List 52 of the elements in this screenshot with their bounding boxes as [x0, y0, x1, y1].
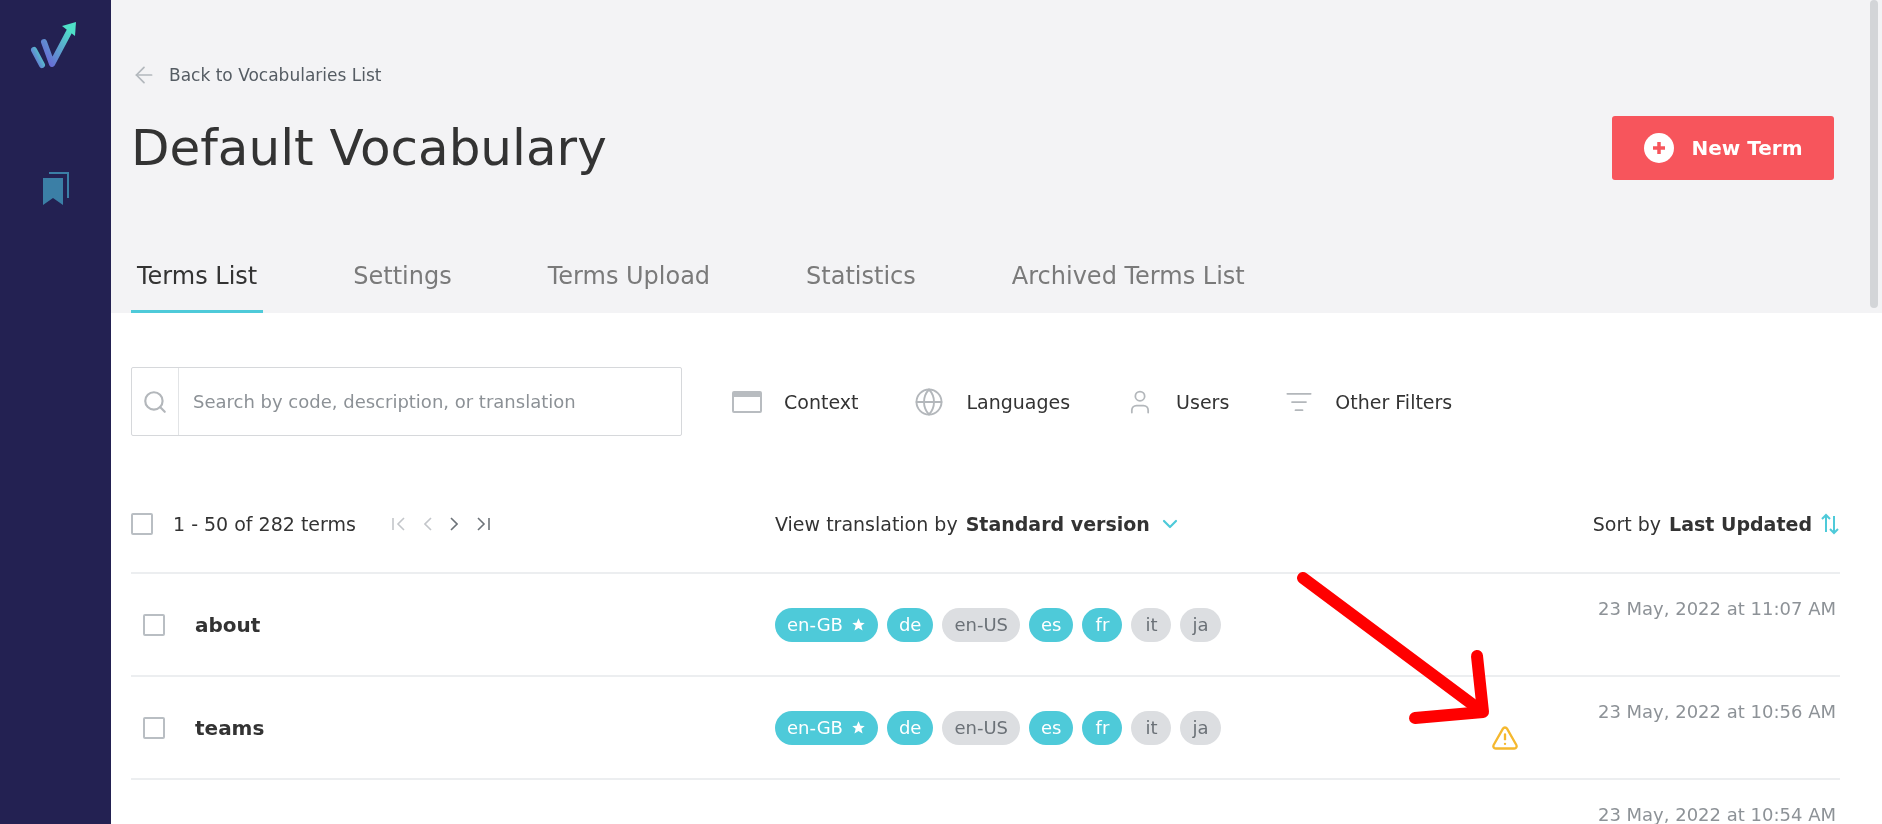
first-page-icon — [391, 517, 406, 531]
term-count: 1 - 50 of 282 terms — [173, 513, 356, 535]
pager-button[interactable] — [475, 517, 490, 531]
view-translation-dropdown[interactable]: View translation by Standard version — [775, 512, 1593, 536]
language-tag: es — [1029, 710, 1074, 745]
last-page-icon — [475, 517, 490, 531]
page-title: Default Vocabulary — [131, 119, 607, 177]
tab[interactable]: Terms List — [131, 262, 264, 313]
updated-date: 23 May, 2022 at 10:54 AM — [1597, 804, 1836, 824]
bookmarks-icon[interactable] — [40, 170, 71, 206]
language-tag: es — [1029, 607, 1074, 642]
tab[interactable]: Archived Terms List — [1005, 262, 1251, 313]
row-checkbox[interactable] — [143, 613, 165, 636]
star-icon — [850, 720, 866, 735]
star-icon — [850, 617, 866, 632]
prev-page-icon — [423, 517, 432, 531]
language-tag: it — [1131, 607, 1172, 642]
plus-icon — [1643, 133, 1674, 163]
updated-date: 23 May, 2022 at 10:56 AM — [1597, 701, 1836, 722]
filter-button[interactable]: Other Filters — [1279, 386, 1459, 417]
search-icon — [142, 388, 168, 415]
language-tag: en-US — [942, 710, 1020, 745]
globe-icon — [914, 386, 945, 417]
select-all-checkbox[interactable] — [131, 513, 153, 535]
updated-date: 23 May, 2022 at 11:07 AM — [1597, 598, 1836, 619]
window-icon — [732, 390, 762, 413]
language-tag: fr — [1082, 607, 1123, 642]
term-name[interactable]: teams — [195, 715, 265, 740]
search-field[interactable]: Search by code, description, or translation — [131, 367, 682, 436]
pager-button[interactable] — [449, 517, 458, 531]
tab[interactable]: Terms Upload — [541, 262, 717, 313]
back-link[interactable]: Back to Vocabularies List — [131, 62, 382, 88]
language-tag: en-GB — [775, 710, 878, 745]
language-tag: fr — [1082, 710, 1123, 745]
tab[interactable]: Settings — [347, 262, 458, 313]
language-tag: de — [886, 607, 934, 642]
language-tag: en-US — [942, 607, 1020, 642]
scrollbar[interactable] — [1870, 0, 1878, 308]
tab[interactable]: Statistics — [800, 262, 922, 313]
filter-button[interactable]: Languages — [908, 385, 1077, 418]
sort-arrows-icon — [1820, 512, 1840, 536]
language-tag: it — [1131, 710, 1172, 745]
language-tag: ja — [1180, 607, 1221, 642]
filter-button[interactable]: Users — [1120, 386, 1236, 417]
next-page-icon — [449, 517, 458, 531]
filter-button[interactable]: Context — [726, 389, 865, 414]
term-name[interactable]: about — [195, 612, 261, 637]
language-tag: de — [886, 710, 934, 745]
sort-button[interactable]: Sort by Last Updated — [1592, 512, 1840, 536]
language-tag: ja — [1180, 710, 1221, 745]
language-tag: en-GB — [775, 607, 878, 642]
row-checkbox[interactable] — [143, 716, 165, 739]
